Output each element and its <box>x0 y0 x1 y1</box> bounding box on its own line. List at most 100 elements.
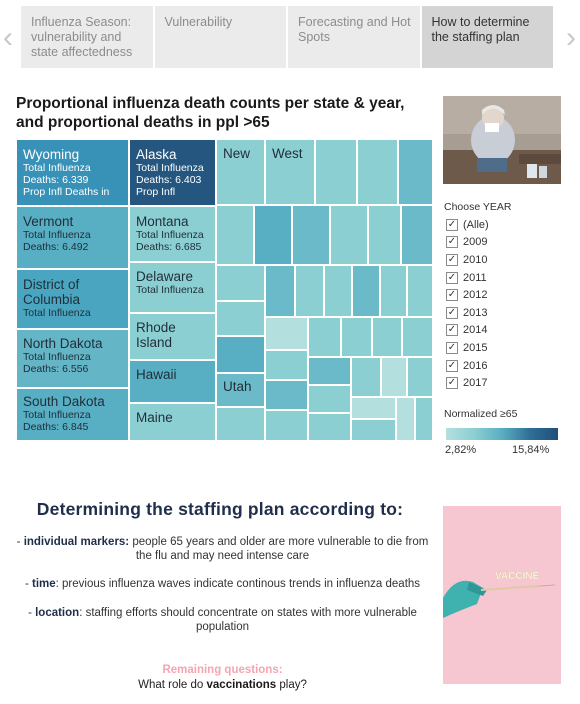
year-option-2013[interactable]: ✓ 2013 <box>446 304 489 322</box>
treemap-cell[interactable] <box>415 397 433 441</box>
treemap-cell[interactable] <box>398 139 433 205</box>
treemap-cell[interactable] <box>292 205 330 265</box>
story-tab-influenza-season[interactable]: Influenza Season: vulnerability and stat… <box>21 6 153 68</box>
treemap-cell-district-of-columbia[interactable]: District of Columbia Total Influenza <box>16 269 129 329</box>
chevron-right-icon[interactable]: › <box>563 23 579 56</box>
treemap-cell-maine[interactable]: Maine <box>129 403 216 441</box>
cell-detail: Deaths: 6.339 <box>23 174 89 186</box>
checkbox-checked-icon[interactable]: ✓ <box>446 341 458 354</box>
checkbox-checked-icon[interactable]: ✓ <box>446 324 458 337</box>
treemap-cell[interactable] <box>295 265 324 317</box>
treemap-cell-wyoming[interactable]: Wyoming Total Influenza Deaths: 6.339 Pr… <box>16 139 129 206</box>
cell-detail: Total Influenza <box>136 229 204 241</box>
treemap-cell[interactable] <box>381 357 407 397</box>
year-option-2012[interactable]: ✓ 2012 <box>446 286 489 304</box>
checkbox-checked-icon[interactable]: ✓ <box>446 218 458 231</box>
treemap-cell[interactable] <box>351 357 381 397</box>
treemap-cell[interactable] <box>352 265 380 317</box>
cell-detail: Total Influenza <box>136 284 204 296</box>
treemap-cell[interactable] <box>254 205 292 265</box>
checkbox-checked-icon[interactable]: ✓ <box>446 289 458 302</box>
treemap-cell[interactable] <box>216 407 265 441</box>
cell-detail: Deaths: 6.403 <box>136 174 202 186</box>
treemap-cell[interactable] <box>402 317 433 357</box>
treemap-cell[interactable] <box>401 205 433 265</box>
treemap-cell[interactable] <box>265 410 308 441</box>
treemap-cell[interactable] <box>216 205 254 265</box>
cell-name: Montana <box>136 214 189 229</box>
checkbox-checked-icon[interactable]: ✓ <box>446 377 458 390</box>
treemap-cell[interactable] <box>265 350 308 380</box>
treemap-cell[interactable] <box>308 317 341 357</box>
treemap-cell[interactable] <box>216 265 265 301</box>
year-option-label: 2011 <box>463 271 487 284</box>
year-option-2010[interactable]: ✓ 2010 <box>446 251 489 269</box>
treemap-cell[interactable] <box>308 413 351 441</box>
treemap-cell[interactable] <box>368 205 401 265</box>
treemap-cell[interactable] <box>216 301 265 336</box>
treemap-cell[interactable] <box>396 397 415 441</box>
treemap-cell-west[interactable]: West <box>265 139 315 205</box>
checkbox-checked-icon[interactable]: ✓ <box>446 271 458 284</box>
plan-bullet-individual-markers: - individual markers: people 65 years an… <box>10 535 435 563</box>
remaining-questions-label: Remaining questions: <box>162 664 283 676</box>
cell-name: Alaska <box>136 147 177 162</box>
treemap: Wyoming Total Influenza Deaths: 6.339 Pr… <box>16 139 433 441</box>
rq-pre: What role do <box>138 679 207 691</box>
treemap-cell[interactable] <box>407 357 433 397</box>
year-option-label: 2017 <box>463 377 488 390</box>
year-option-2014[interactable]: ✓ 2014 <box>446 322 489 340</box>
treemap-cell[interactable] <box>324 265 352 317</box>
vaccine-word: VACCINE <box>495 571 540 582</box>
cell-detail: Total Influenza <box>23 229 91 241</box>
treemap-cell[interactable] <box>265 380 308 410</box>
treemap-cell[interactable] <box>308 357 351 385</box>
treemap-cell-new[interactable]: New <box>216 139 265 205</box>
treemap-cell[interactable] <box>265 265 295 317</box>
checkbox-checked-icon[interactable]: ✓ <box>446 359 458 372</box>
staffing-plan-heading: Determining the staffing plan according … <box>36 499 404 519</box>
treemap-cell[interactable] <box>265 317 308 350</box>
cell-detail: Deaths: 6.685 <box>136 241 202 253</box>
treemap-cell[interactable] <box>407 265 433 317</box>
checkbox-checked-icon[interactable]: ✓ <box>446 253 458 266</box>
treemap-cell[interactable] <box>351 419 396 441</box>
chevron-left-icon[interactable]: ‹ <box>0 23 16 56</box>
treemap-cell[interactable] <box>308 385 351 413</box>
year-option-2011[interactable]: ✓ 2011 <box>446 269 489 287</box>
story-tab-forecasting[interactable]: Forecasting and Hot Spots <box>288 6 420 68</box>
treemap-cell[interactable] <box>351 397 396 419</box>
year-option-all[interactable]: ✓ (Alle) <box>446 216 489 234</box>
checkbox-checked-icon[interactable]: ✓ <box>446 236 458 249</box>
treemap-cell[interactable] <box>330 205 368 265</box>
treemap-cell-rhode-island[interactable]: Rhode Island <box>129 313 216 360</box>
treemap-cell[interactable] <box>380 265 407 317</box>
treemap-cell-montana[interactable]: Montana Total Influenza Deaths: 6.685 <box>129 206 216 262</box>
treemap-cell-utah[interactable]: Utah <box>216 373 265 407</box>
story-tab-vulnerability[interactable]: Vulnerability <box>154 6 286 68</box>
treemap-cell[interactable] <box>216 336 265 373</box>
cell-detail: Total Influenza <box>23 162 91 174</box>
year-option-2017[interactable]: ✓ 2017 <box>446 374 489 392</box>
treemap-cell-hawaii[interactable]: Hawaii <box>129 360 216 403</box>
year-option-2015[interactable]: ✓ 2015 <box>446 339 489 357</box>
treemap-cell-vermont[interactable]: Vermont Total Influenza Deaths: 6.492 <box>16 206 129 269</box>
treemap-cell-south-dakota[interactable]: South Dakota Total Influenza Deaths: 6.8… <box>16 388 129 441</box>
story-tab-staffing-plan[interactable]: How to determine the staffing plan <box>421 6 553 68</box>
year-option-2009[interactable]: ✓ 2009 <box>446 234 489 252</box>
treemap-cell-north-dakota[interactable]: North Dakota Total Influenza Deaths: 6.5… <box>16 329 129 388</box>
cell-name: Maine <box>136 410 173 425</box>
treemap-cell-delaware[interactable]: Delaware Total Influenza <box>129 262 216 313</box>
checkbox-checked-icon[interactable]: ✓ <box>446 306 458 319</box>
treemap-cell[interactable] <box>372 317 402 357</box>
treemap-cell[interactable] <box>341 317 372 357</box>
plan-bullet-location: - location: staffing efforts should conc… <box>10 606 435 634</box>
cell-name: Wyoming <box>23 147 80 162</box>
bullet-prefix: - <box>24 578 32 590</box>
cell-detail: Total Influenza <box>23 351 91 363</box>
year-option-2016[interactable]: ✓ 2016 <box>446 357 489 375</box>
treemap-cell-alaska[interactable]: Alaska Total Influenza Deaths: 6.403 Pro… <box>129 139 216 206</box>
treemap-cell[interactable] <box>357 139 398 205</box>
plan-bullet-time: - time: previous influenza waves indicat… <box>10 577 435 591</box>
treemap-cell[interactable] <box>315 139 357 205</box>
